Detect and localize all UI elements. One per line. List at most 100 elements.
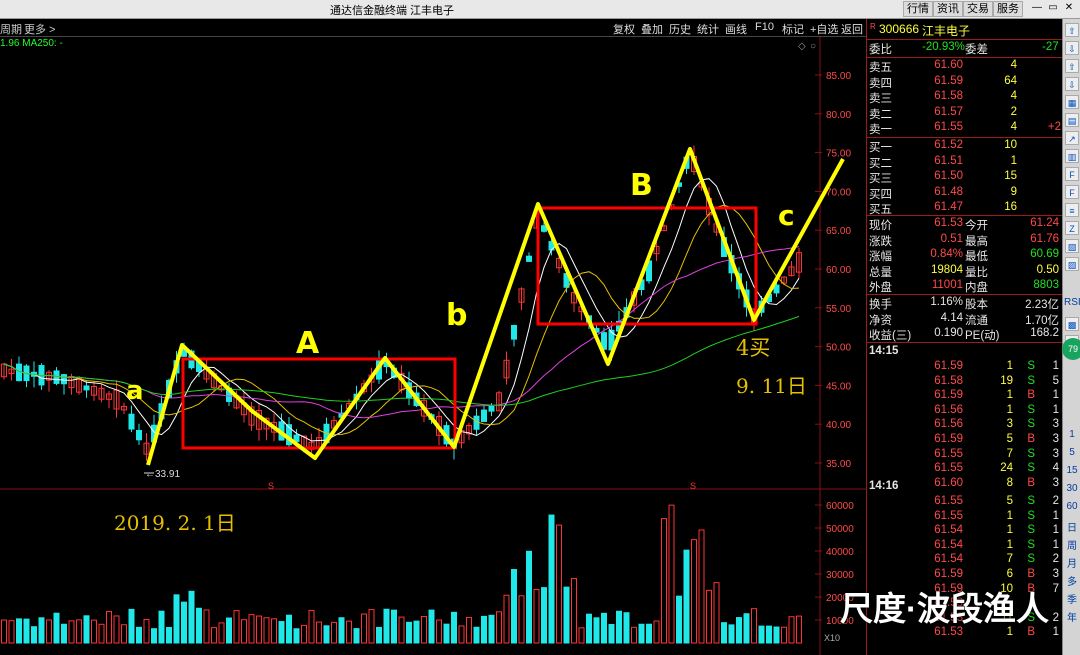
ma-line xyxy=(3,178,800,442)
volume-bar xyxy=(143,618,150,644)
close-panel-icon[interactable]: ○ xyxy=(810,41,816,52)
more-menu[interactable]: 更多 > xyxy=(24,21,55,37)
stat-row: 涨跌 0.51 最高 61.76 xyxy=(869,232,1059,248)
volume-bar xyxy=(728,624,735,644)
history-button[interactable]: 历史 xyxy=(669,21,691,37)
volume-bar xyxy=(653,620,660,644)
volume-unit: X10 xyxy=(824,633,840,643)
sell-level-1: 卖一 61.55 4 +2 xyxy=(869,121,1061,136)
stat-row: 总量 19804 量比 0.50 xyxy=(869,263,1059,279)
arrow-up-outline-icon[interactable]: ⇧ xyxy=(1065,59,1079,73)
tool-icon[interactable]: ▩ xyxy=(1065,317,1079,331)
window-title: 通达信金融终端 江丰电子 xyxy=(330,5,455,17)
volume-bar xyxy=(383,608,390,644)
period-year[interactable]: 年 xyxy=(1064,609,1080,624)
f10-icon[interactable]: F xyxy=(1065,167,1079,181)
arrow-down-outline-icon[interactable]: ⇩ xyxy=(1065,77,1079,91)
volume-bar xyxy=(616,610,622,644)
stock-header[interactable]: R 300666 江丰电子 xyxy=(867,22,1063,38)
score-badge[interactable]: 79 xyxy=(1062,338,1080,360)
market-button[interactable]: 行情 xyxy=(903,1,933,17)
candle-body xyxy=(53,370,60,384)
period-multi[interactable]: 多 xyxy=(1064,573,1080,588)
restore-icon[interactable]: ▭ xyxy=(1046,1,1060,16)
candle-body xyxy=(83,385,90,391)
mark-button[interactable]: 标记 xyxy=(782,21,804,37)
news-button[interactable]: 资讯 xyxy=(933,1,963,17)
overlay-button[interactable]: 叠加 xyxy=(641,21,663,37)
low-marker-label: ←33.91 xyxy=(145,469,180,480)
tick-row: 61.54 1 S 1 xyxy=(934,524,1059,537)
buy-level-4: 买四 61.48 9 xyxy=(869,185,1017,201)
volume-bar xyxy=(226,617,232,644)
period-30[interactable]: 30 xyxy=(1064,483,1080,494)
settings-diamond-icon[interactable]: ◇ xyxy=(798,41,806,52)
stat-row: 现价 61.53 今开 61.24 xyxy=(869,217,1059,232)
tick-row: 61.59 1 B 1 xyxy=(934,389,1059,402)
volume-bar xyxy=(526,550,532,644)
volume-bar xyxy=(316,621,322,644)
bars-icon[interactable]: ▥ xyxy=(1065,149,1079,163)
minimize-icon[interactable]: — xyxy=(1030,1,1044,16)
close-icon[interactable]: ✕ xyxy=(1062,1,1076,16)
grid-icon[interactable]: ▦ xyxy=(1065,95,1079,109)
period-menu[interactable]: 周期 xyxy=(0,21,22,37)
list-icon[interactable]: ≡ xyxy=(1065,203,1079,217)
f10-button[interactable]: F10 xyxy=(755,21,774,33)
chart-icon[interactable]: ▤ xyxy=(1065,113,1079,127)
period-week[interactable]: 周 xyxy=(1064,537,1080,552)
volume-bar xyxy=(593,617,600,644)
trend-icon[interactable]: ↗ xyxy=(1065,131,1079,145)
volume-bar xyxy=(473,626,480,644)
period-1[interactable]: 1 xyxy=(1064,429,1080,440)
sell-level-2: 卖二 61.57 2 xyxy=(869,105,1017,121)
volume-bar xyxy=(458,625,465,644)
volume-tick-label: 40000 xyxy=(826,547,854,558)
volume-bar xyxy=(466,616,472,644)
chart3-icon[interactable]: ▨ xyxy=(1065,257,1079,271)
volume-bar xyxy=(676,595,682,644)
kline-chart[interactable]: ◇ ○ 85.00 80.00 75.00 70.00 65.00 60.00 55.00 5… xyxy=(0,37,866,655)
volume-bar xyxy=(346,620,352,644)
period-month[interactable]: 月 xyxy=(1064,555,1080,570)
volume-bar xyxy=(173,594,180,644)
draw-line-button[interactable]: 画线 xyxy=(725,21,747,37)
title-bar: 通达信金融终端 江丰电子 行情 资讯 交易 服务 — ▭ ✕ xyxy=(0,0,1080,19)
tick-row: 61.54 7 S 2 xyxy=(934,553,1059,566)
tick-row: 61.55 1 S 1 xyxy=(934,509,1059,522)
volume-bar xyxy=(301,624,307,644)
fd-icon[interactable]: F xyxy=(1065,185,1079,199)
volume-bar xyxy=(421,616,427,644)
add-watchlist-button[interactable]: +自选 xyxy=(810,21,838,37)
fz-icon[interactable]: Z xyxy=(1065,221,1079,235)
arrow-down-icon[interactable]: ⇩ xyxy=(1065,41,1079,55)
period-day[interactable]: 日 xyxy=(1064,519,1080,534)
sidebar-rsi[interactable]: RSI xyxy=(1064,297,1080,308)
weibi-row: 委比 -20.93% 委差 -27 xyxy=(869,41,1059,56)
volume-bar xyxy=(481,615,487,644)
fuquan-button[interactable]: 复权 xyxy=(613,21,635,37)
period-15[interactable]: 15 xyxy=(1064,465,1080,476)
event-marker-2: S xyxy=(690,481,696,491)
stats-button[interactable]: 统计 xyxy=(697,21,719,37)
volume-bar xyxy=(601,612,607,644)
volume-bar xyxy=(98,623,105,644)
period-60[interactable]: 60 xyxy=(1064,501,1080,512)
volume-bar xyxy=(278,621,285,644)
fundamental-row: 换手 1.16% 股本 2.23亿 xyxy=(869,296,1059,311)
back-button[interactable]: 返回 xyxy=(841,21,863,37)
candle-body xyxy=(128,413,135,430)
period-season[interactable]: 季 xyxy=(1064,591,1080,606)
volume-bar xyxy=(158,610,165,644)
volume-bar xyxy=(121,624,127,644)
chart2-icon[interactable]: ▧ xyxy=(1065,239,1079,253)
period-5[interactable]: 5 xyxy=(1064,447,1080,458)
trade-button[interactable]: 交易 xyxy=(963,1,993,17)
sell-level-4: 卖四 61.59 64 xyxy=(869,74,1017,90)
volume-bar xyxy=(488,614,495,644)
arrow-up-icon[interactable]: ⇧ xyxy=(1065,23,1079,37)
volume-bar xyxy=(233,610,240,644)
volume-bar xyxy=(788,616,795,644)
service-button[interactable]: 服务 xyxy=(993,1,1023,17)
label-4buy: 4买 xyxy=(736,336,770,360)
